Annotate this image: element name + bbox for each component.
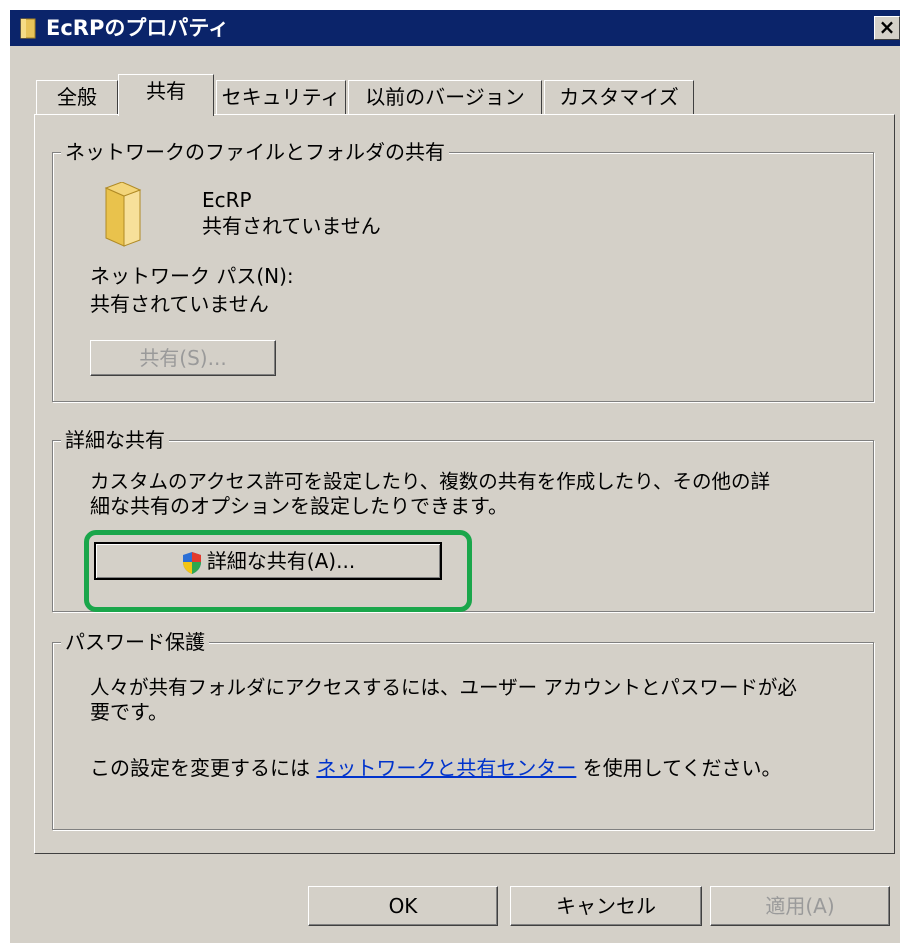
share-button[interactable]: 共有(S)... xyxy=(90,340,276,376)
tab-customize[interactable]: カスタマイズ xyxy=(544,80,694,116)
tab-previous-versions[interactable]: 以前のバージョン xyxy=(348,80,542,116)
close-button[interactable]: × xyxy=(874,16,900,40)
network-sharing-center-link[interactable]: ネットワークと共有センター xyxy=(316,756,576,780)
folder-icon xyxy=(20,18,36,39)
close-icon: × xyxy=(878,15,896,39)
window-title: EcRPのプロパティ xyxy=(46,16,230,40)
highlight-box xyxy=(84,530,472,612)
network-sharing-legend: ネットワークのファイルとフォルダの共有 xyxy=(61,139,449,165)
tab-sharing[interactable]: 共有 xyxy=(118,74,214,116)
folder-name: EcRP xyxy=(202,188,252,212)
properties-dialog: EcRPのプロパティ × 全般 共有 セキュリティ 以前のバージョン カスタマイ… xyxy=(10,10,900,943)
network-path-value: 共有されていません xyxy=(90,292,269,316)
title-bar[interactable]: EcRPのプロパティ × xyxy=(10,10,900,46)
password-protection-text-1: 人々が共有フォルダにアクセスするには、ユーザー アカウントとパスワードが必 xyxy=(90,676,797,699)
change-setting-text: この設定を変更するには ネットワークと共有センター を使用してください。 xyxy=(90,756,782,780)
advanced-sharing-description-1: カスタムのアクセス許可を設定したり、複数の共有を作成したり、その他の詳 xyxy=(90,470,770,493)
folder-share-status: 共有されていません xyxy=(202,214,381,238)
tab-security[interactable]: セキュリティ xyxy=(216,80,346,116)
tab-general[interactable]: 全般 xyxy=(36,80,118,116)
advanced-sharing-description-2: 細な共有のオプションを設定したりできます。 xyxy=(90,494,508,518)
password-protection-legend: パスワード保護 xyxy=(61,629,209,655)
password-protection-text-2: 要です。 xyxy=(90,700,168,724)
ok-button[interactable]: OK xyxy=(308,886,498,926)
advanced-sharing-legend: 詳細な共有 xyxy=(61,427,169,453)
change-setting-prefix: この設定を変更するには xyxy=(90,756,310,780)
network-path-label: ネットワーク パス(N): xyxy=(90,264,294,288)
folder-icon xyxy=(104,182,142,247)
password-protection-group: パスワード保護 xyxy=(52,629,874,830)
change-setting-suffix: を使用してください。 xyxy=(582,756,782,780)
cancel-button[interactable]: キャンセル xyxy=(510,886,702,926)
apply-button[interactable]: 適用(A) xyxy=(710,886,890,926)
